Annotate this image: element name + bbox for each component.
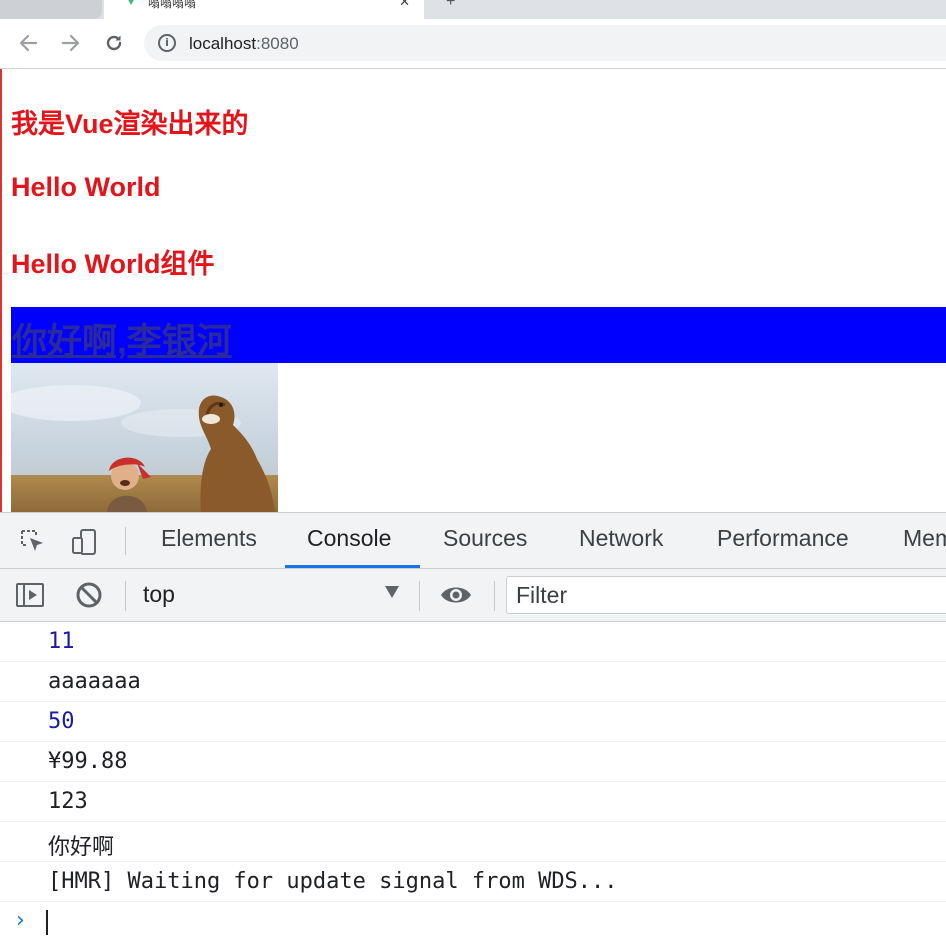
tab-previous[interactable] [0,0,102,19]
new-tab-button[interactable]: + [446,0,455,11]
console-line: 123 [0,782,946,822]
close-tab-icon[interactable]: ✕ [399,0,410,10]
console-line-text: aaaaaaa [48,669,141,694]
vue-favicon-icon [126,0,136,5]
inspect-element-button[interactable] [18,527,48,557]
console-line: 11 [0,622,946,662]
clear-block-icon [76,582,102,608]
url-port: :8080 [256,34,299,53]
url-host: localhost [189,34,257,53]
console-input-caret[interactable] [46,910,48,935]
arrow-left-icon [19,34,38,52]
active-tab-indicator [285,565,420,568]
tab-memory[interactable]: Mem [903,525,946,552]
device-toolbar-button[interactable] [70,527,100,557]
filter-input[interactable] [516,582,936,609]
camel-photo-image [11,363,278,512]
device-mode-icon [72,529,96,555]
reload-button[interactable] [100,29,128,57]
console-line-text: ¥99.88 [48,749,128,774]
tab-performance[interactable]: Performance [717,525,849,552]
info-icon[interactable]: i [158,34,176,52]
tab-sources[interactable]: Sources [443,525,527,552]
console-line-text: 50 [48,709,75,734]
console-line: aaaaaaa [0,662,946,702]
reload-icon [106,35,122,51]
hello-world-heading: Hello World [11,172,161,202]
console-line: [HMR] Waiting for update signal from WDS… [0,862,946,902]
back-button[interactable] [14,29,42,57]
hello-world-component-heading: Hello World组件 [11,249,215,279]
toolbar-divider [125,581,126,611]
blue-banner: 你好啊,李银河 [11,307,946,363]
console-toolbar: top [0,569,946,622]
eye-icon [441,587,471,603]
dropdown-arrow-icon[interactable] [385,586,399,598]
console-line: 你好啊 [0,822,946,862]
console-line-text: 123 [48,789,88,814]
vue-rendered-heading: 我是Vue渲染出来的 [11,109,249,139]
context-selector[interactable]: top [143,581,175,608]
prompt-chevron-icon: › [16,908,25,933]
browser-toolbar: i localhost:8080 [0,19,946,69]
console-line-text: 11 [48,629,75,654]
tab-strip: 嗡嗡嗡嗡 ✕ + [0,0,946,22]
console-line-text: [HMR] Waiting for update signal from WDS… [48,869,618,894]
show-sidebar-button[interactable] [14,579,44,609]
tab-network[interactable]: Network [579,525,663,552]
devtools-panel: Elements Console Sources Network Perform… [0,512,946,943]
page-viewport: 我是Vue渲染出来的 Hello World Hello World组件 你好啊… [0,69,946,512]
console-line-text: 你好啊 [48,835,115,860]
toolbar-divider [125,527,126,555]
tab-console[interactable]: Console [307,525,391,552]
toolbar-divider [494,581,495,611]
console-prompt[interactable]: › [0,902,946,942]
address-bar[interactable]: i localhost:8080 [144,25,946,61]
console-line: ¥99.88 [0,742,946,782]
console-line: 50 [0,702,946,742]
tab-elements[interactable]: Elements [161,525,257,552]
clear-console-button[interactable] [73,579,103,609]
filter-box [506,576,946,614]
console-output: 11 aaaaaaa 50 ¥99.88 123 你好啊 [HMR] Waiti… [0,622,946,942]
inspect-cursor-icon [21,530,43,551]
devtools-tab-bar: Elements Console Sources Network Perform… [0,513,946,569]
arrow-right-icon [61,34,80,52]
live-expression-button[interactable] [439,579,471,609]
sidebar-toggle-icon [16,583,44,607]
forward-button[interactable] [57,29,85,57]
banner-link[interactable]: 你好啊,李银河 [12,313,232,364]
camel-photo [11,363,278,512]
toolbar-divider [419,581,420,611]
url-text[interactable]: localhost:8080 [189,34,299,54]
tab-title: 嗡嗡嗡嗡 [148,0,197,10]
